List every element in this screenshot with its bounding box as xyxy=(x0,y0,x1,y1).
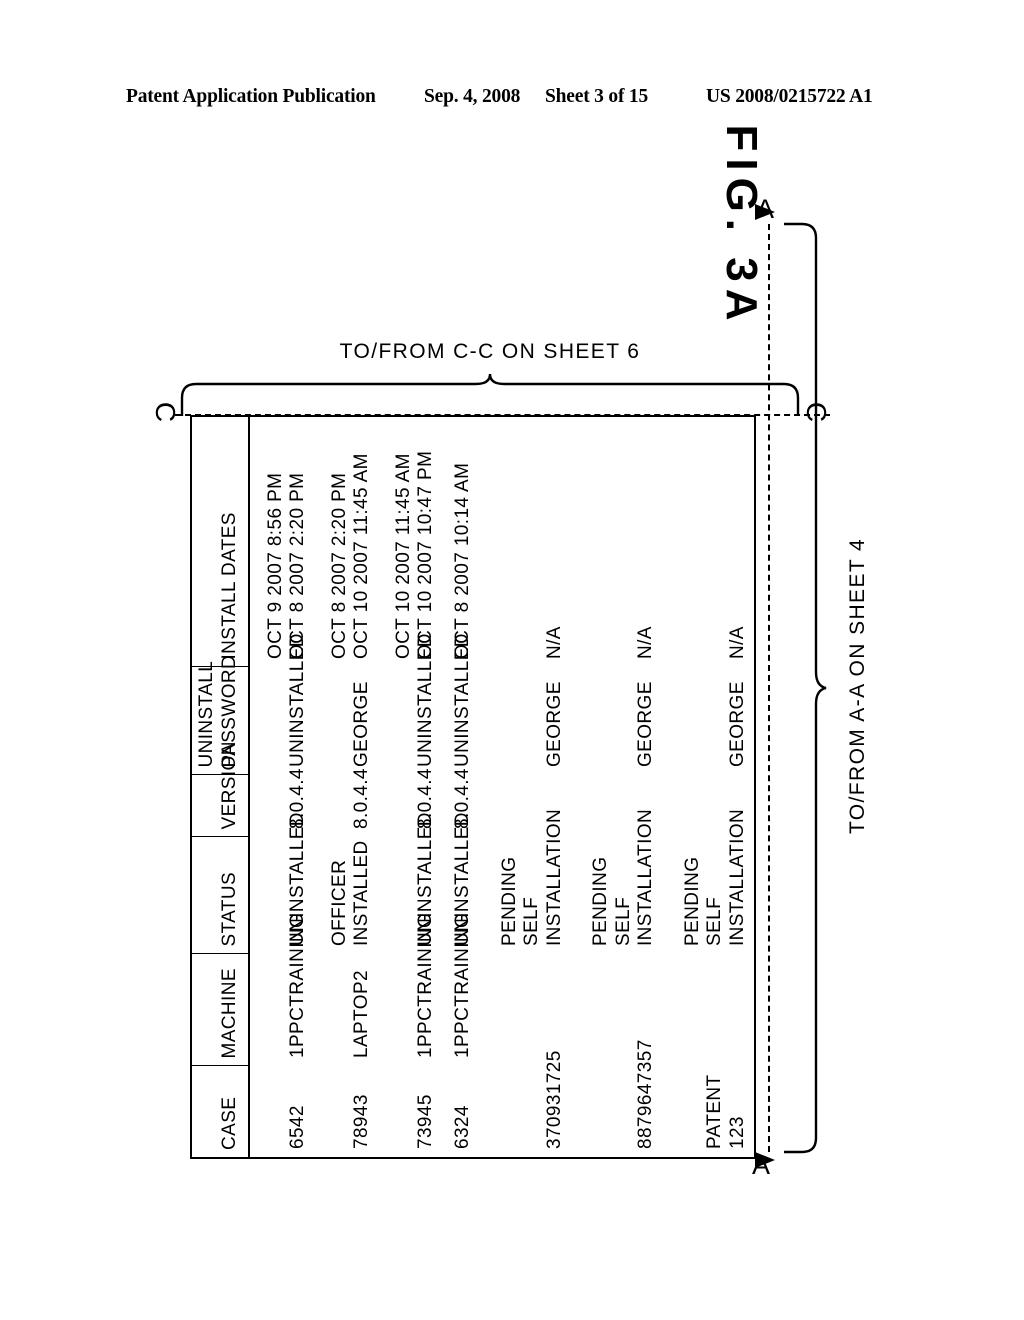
cell-machine xyxy=(480,954,571,1066)
install-records-table-container: CASE MACHINE STATUS VERSION UNINSTALL PA… xyxy=(190,415,756,1159)
cell-version: 8.0.4.4 xyxy=(351,768,373,829)
column-header-uninstall-password: UNINSTALL PASSWORD xyxy=(191,655,249,775)
cell-status: PENDING SELF INSTALLATION xyxy=(498,808,565,946)
cell-case: PATENT 123 xyxy=(704,1074,748,1149)
cell-status: UNINSTALLED xyxy=(415,812,437,946)
cell-uninstall-password: GEORGE xyxy=(634,681,656,767)
cell-version: 8.0.4.4 xyxy=(286,768,308,829)
cell-uninstall-password: GEORGE xyxy=(726,681,748,767)
cell-case: 73945 xyxy=(415,1094,437,1149)
brace-aa-icon xyxy=(782,222,828,1154)
column-header-version: VERSION xyxy=(191,741,249,837)
cell-install-dates: OCT 9 2007 8:56 PM OCT 8 2007 2:20 PM xyxy=(264,472,308,659)
cell-uninstall-password: UNINSTALLED xyxy=(286,633,308,767)
column-header-machine: MACHINE xyxy=(191,954,249,1066)
table-row: 370931725 PENDING SELF INSTALLATION GEOR… xyxy=(480,416,571,1158)
cell-case: 6324 xyxy=(452,1105,474,1149)
cell-uninstall-password: GEORGE xyxy=(351,681,373,767)
cell-version: 8.0.4.4 xyxy=(452,768,474,829)
cell-status: PENDING SELF INSTALLATION xyxy=(681,808,748,946)
cell-uninstall-password: UNINSTALLED xyxy=(452,633,474,767)
annotation-cc-sheet6: TO/FROM C-C ON SHEET 6 xyxy=(339,340,641,363)
cell-case: 78943 xyxy=(351,1094,373,1149)
cell-machine: LAPTOP2 xyxy=(351,970,373,1058)
cell-machine: 1PPCTRAINING xyxy=(452,912,474,1058)
table-row: 73945 1PPCTRAINING UNINSTALLED 8.0.4.4 U… xyxy=(379,416,443,1158)
annotation-aa-sheet4: TO/FROM A-A ON SHEET 4 xyxy=(846,537,869,835)
table-row: 6542 1PPCTRAINING UNINSTALLED 8.0.4.4 UN… xyxy=(249,416,314,1158)
cell-case: 6542 xyxy=(286,1105,308,1149)
table-row: PATENT 123 PENDING SELF INSTALLATION GEO… xyxy=(662,416,755,1158)
cell-install-dates: OCT 8 2007 10:14 AM xyxy=(452,462,474,659)
cell-status: OFFICER INSTALLED xyxy=(328,840,373,946)
install-records-table: CASE MACHINE STATUS VERSION UNINSTALL PA… xyxy=(190,415,756,1159)
cell-uninstall-password: UNINSTALLED xyxy=(415,633,437,767)
brace-cc-icon xyxy=(180,372,800,418)
cell-install-dates: OCT 10 2007 11:45 AM OCT 10 2007 10:47 P… xyxy=(392,450,437,659)
cell-install-dates: OCT 8 2007 2:20 PM OCT 10 2007 11:45 AM xyxy=(328,453,373,659)
cell-status: PENDING SELF INSTALLATION xyxy=(590,808,656,946)
cell-machine: 1PPCTRAINING xyxy=(286,912,308,1058)
cell-install-dates: N/A xyxy=(726,626,748,659)
cell-status: UNINSTALLED xyxy=(452,812,474,946)
cell-install-dates: N/A xyxy=(634,626,656,659)
cell-install-dates: N/A xyxy=(543,626,565,659)
figure-3a-drawing: FIG. 3A TO/FROM C-C ON SHEET 6 C C A A T… xyxy=(0,0,1024,1320)
column-header-status: STATUS xyxy=(191,837,249,954)
section-line-aa xyxy=(768,224,770,1152)
table-row: 6324 1PPCTRAINING UNINSTALLED 8.0.4.4 UN… xyxy=(443,416,480,1158)
column-header-install-dates: INSTALL DATES xyxy=(191,416,249,667)
cell-version: 8.0.4.4 xyxy=(415,768,437,829)
cell-status: UNINSTALLED xyxy=(286,812,308,946)
table-row: 8879647357 PENDING SELF INSTALLATION GEO… xyxy=(571,416,662,1158)
cell-uninstall-password: GEORGE xyxy=(543,681,565,767)
cell-case: 370931725 xyxy=(543,1050,565,1149)
figure-label: FIG. 3A xyxy=(717,124,766,328)
table-header-row: CASE MACHINE STATUS VERSION UNINSTALL PA… xyxy=(191,416,249,1158)
cell-machine: 1PPCTRAINING xyxy=(415,912,437,1058)
cell-case: 8879647357 xyxy=(634,1039,656,1149)
table-row: 78943 LAPTOP2 OFFICER INSTALLED 8.0.4.4 … xyxy=(314,416,378,1158)
section-marker-a-top: A xyxy=(756,194,775,224)
cell-machine xyxy=(662,954,755,1066)
section-marker-c-left: C xyxy=(150,401,182,423)
column-header-case: CASE xyxy=(191,1066,249,1158)
